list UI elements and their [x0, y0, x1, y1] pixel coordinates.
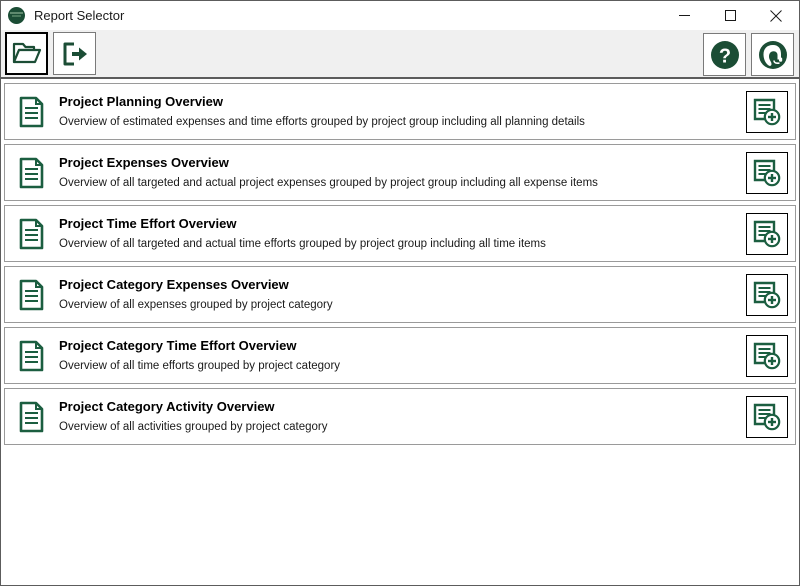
svg-text:?: ?: [718, 45, 730, 67]
add-report-button[interactable]: [746, 273, 788, 316]
report-title: Project Category Expenses Overview: [59, 277, 289, 292]
add-report-button[interactable]: [746, 395, 788, 438]
report-text-block: Project Category Time Effort Overview Ov…: [59, 338, 739, 373]
report-text-block: Project Time Effort Overview Overview of…: [59, 216, 739, 251]
report-row-4[interactable]: Project Category Time Effort Overview Ov…: [4, 327, 796, 384]
report-description: Overview of all expenses grouped by proj…: [59, 299, 333, 311]
report-row-3[interactable]: Project Category Expenses Overview Overv…: [4, 266, 796, 323]
report-action-cell: [739, 334, 795, 377]
report-selector-window: Report Selector ? Project Planning Overv…: [0, 0, 800, 586]
add-report-button[interactable]: [746, 334, 788, 377]
report-document-icon: [5, 96, 59, 128]
add-report-icon: [753, 281, 781, 308]
report-description: Overview of all time efforts grouped by …: [59, 360, 341, 372]
report-list: Project Planning Overview Overview of es…: [1, 79, 799, 585]
open-folder-icon: [12, 42, 41, 63]
report-title: Project Time Effort Overview: [59, 216, 237, 231]
maximize-button[interactable]: [707, 1, 753, 30]
support-headset-icon: [758, 40, 787, 69]
report-document-icon: [5, 340, 59, 372]
report-text-block: Project Planning Overview Overview of es…: [59, 94, 739, 129]
exit-button[interactable]: [53, 32, 96, 75]
maximize-icon: [724, 10, 736, 21]
support-button[interactable]: [751, 33, 794, 76]
report-document-icon: [5, 218, 59, 250]
report-document-icon: [5, 401, 59, 433]
exit-icon: [63, 42, 87, 65]
report-title: Project Category Time Effort Overview: [59, 338, 297, 353]
report-description: Overview of all targeted and actual proj…: [59, 177, 598, 189]
report-text-block: Project Category Activity Overview Overv…: [59, 399, 739, 434]
help-button[interactable]: ?: [703, 33, 746, 76]
app-logo-icon: [8, 7, 25, 24]
report-title: Project Planning Overview: [59, 94, 223, 109]
report-row-2[interactable]: Project Time Effort Overview Overview of…: [4, 205, 796, 262]
report-document-icon: [5, 279, 59, 311]
report-action-cell: [739, 395, 795, 438]
report-description: Overview of all activities grouped by pr…: [59, 421, 328, 433]
report-title: Project Expenses Overview: [59, 155, 229, 170]
open-report-button[interactable]: [5, 32, 48, 75]
report-action-cell: [739, 212, 795, 255]
report-description: Overview of estimated expenses and time …: [59, 116, 585, 128]
report-action-cell: [739, 273, 795, 316]
toolbar: ?: [1, 30, 799, 79]
title-bar: Report Selector: [1, 1, 799, 30]
report-row-5[interactable]: Project Category Activity Overview Overv…: [4, 388, 796, 445]
add-report-button[interactable]: [746, 212, 788, 255]
add-report-button[interactable]: [746, 151, 788, 194]
report-action-cell: [739, 151, 795, 194]
report-row-1[interactable]: Project Expenses Overview Overview of al…: [4, 144, 796, 201]
add-report-button[interactable]: [746, 90, 788, 133]
window-title: Report Selector: [34, 8, 125, 23]
add-report-icon: [753, 403, 781, 430]
report-action-cell: [739, 90, 795, 133]
minimize-icon: [678, 15, 690, 16]
report-document-icon: [5, 157, 59, 189]
add-report-icon: [753, 159, 781, 186]
add-report-icon: [753, 342, 781, 369]
report-text-block: Project Category Expenses Overview Overv…: [59, 277, 739, 312]
help-icon: ?: [710, 40, 739, 69]
add-report-icon: [753, 220, 781, 247]
report-description: Overview of all targeted and actual time…: [59, 238, 546, 250]
caption-buttons: [661, 1, 799, 30]
close-button[interactable]: [753, 1, 799, 30]
close-icon: [770, 9, 782, 22]
toolbar-right-group: ?: [698, 33, 794, 76]
report-row-0[interactable]: Project Planning Overview Overview of es…: [4, 83, 796, 140]
minimize-button[interactable]: [661, 1, 707, 30]
report-title: Project Category Activity Overview: [59, 399, 275, 414]
add-report-icon: [753, 98, 781, 125]
report-text-block: Project Expenses Overview Overview of al…: [59, 155, 739, 190]
